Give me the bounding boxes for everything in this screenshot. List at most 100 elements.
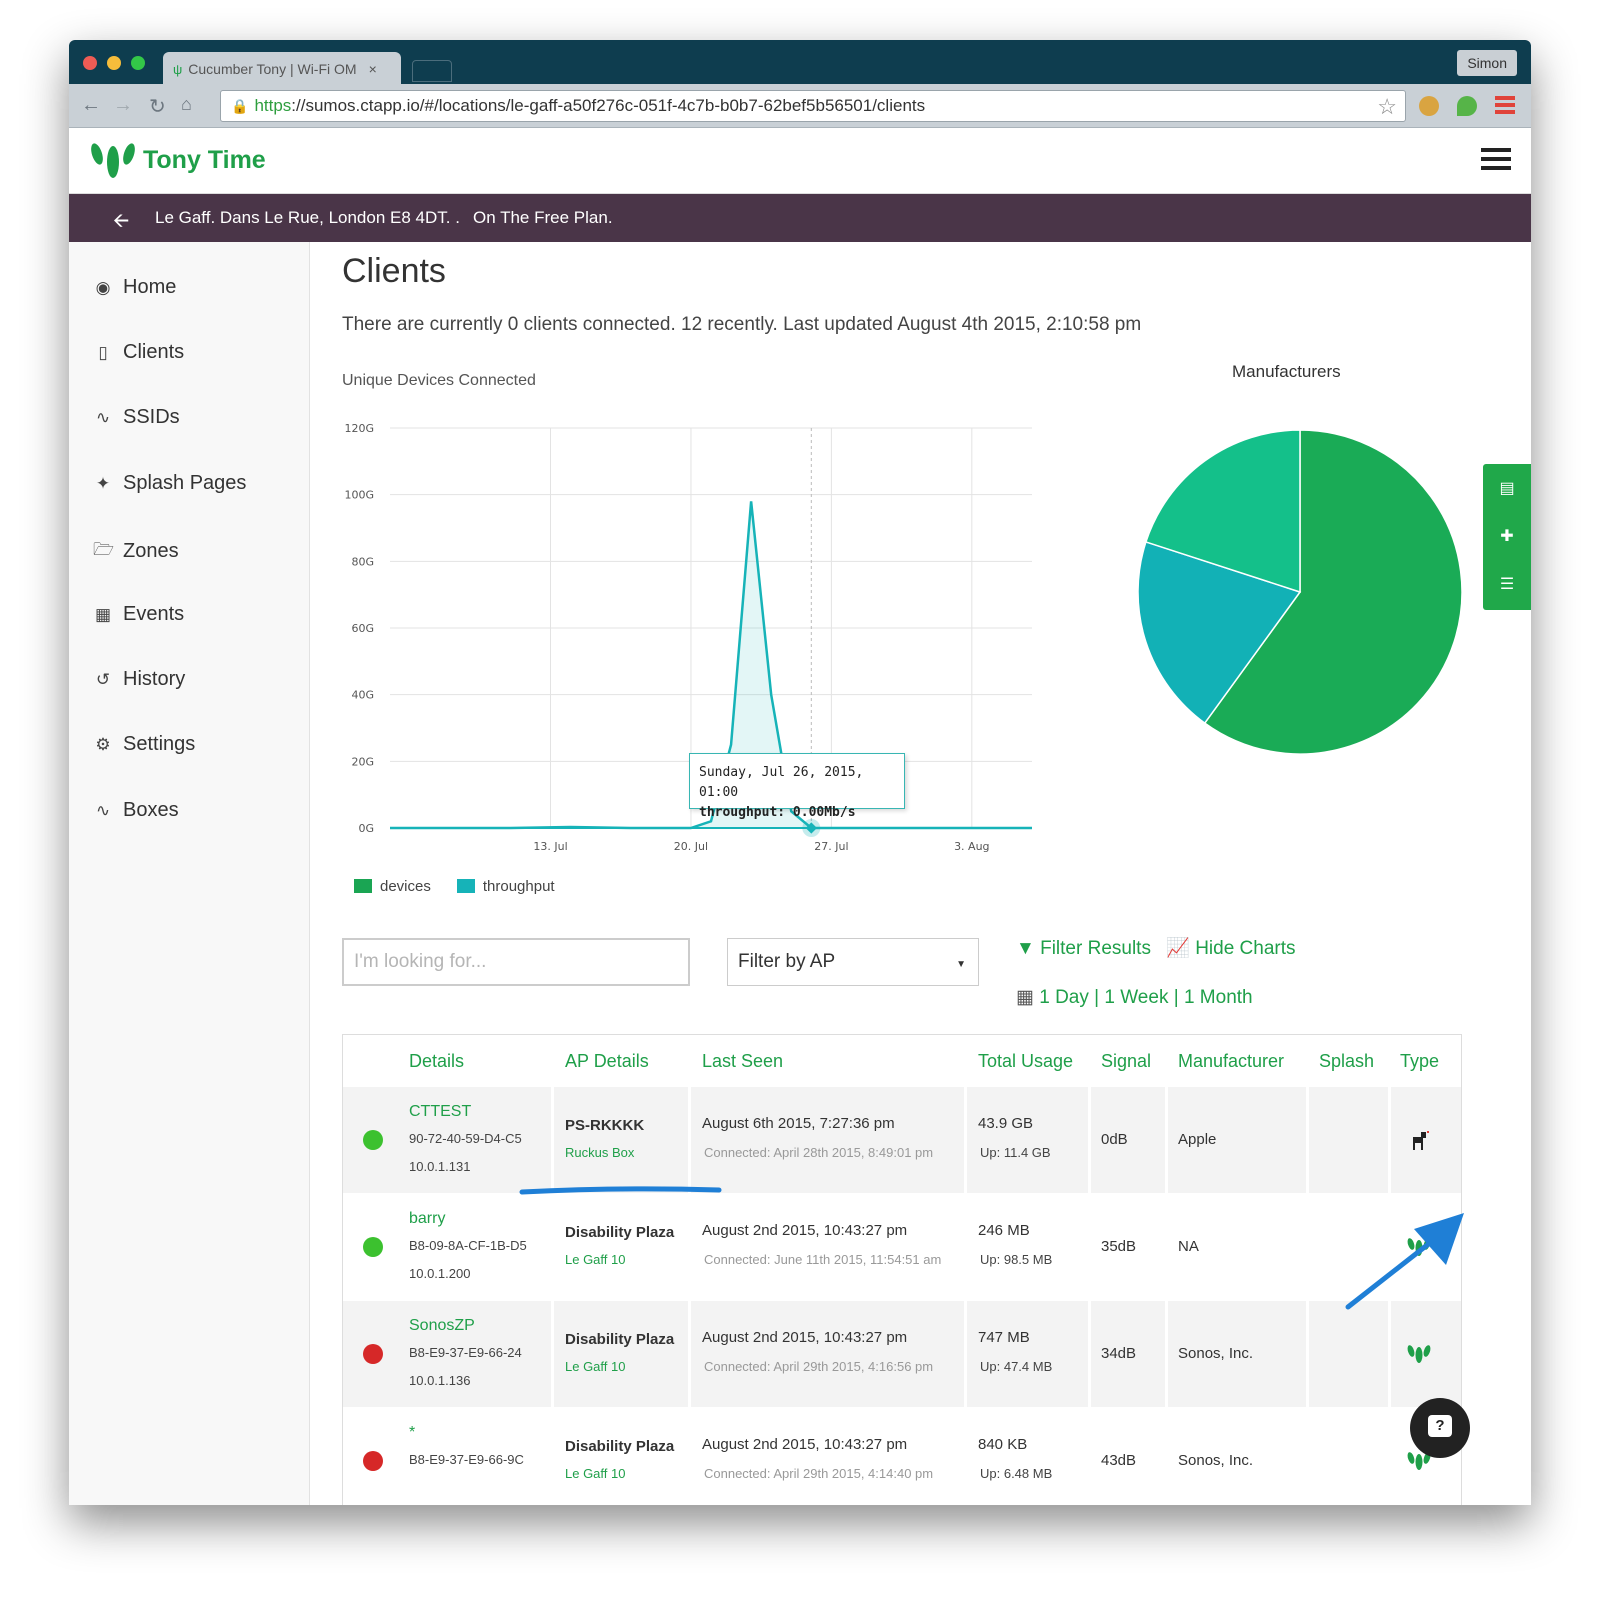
- bookmark-star-icon[interactable]: ☆: [1377, 94, 1397, 120]
- sidebar-item-splash-pages[interactable]: ✦ Splash Pages: [93, 472, 247, 495]
- client-name-link[interactable]: barry: [409, 1210, 445, 1228]
- signal-value: 0dB: [1101, 1131, 1128, 1148]
- sidebar-item-home[interactable]: ◉ Home: [93, 276, 177, 299]
- ap-box-link[interactable]: Le Gaff 10: [565, 1466, 625, 1481]
- cookie-extension-icon[interactable]: [1419, 96, 1439, 116]
- client-name-link[interactable]: *: [409, 1424, 415, 1442]
- hide-charts-link[interactable]: Hide Charts: [1195, 938, 1295, 959]
- ap-box-link[interactable]: Le Gaff 10: [565, 1252, 625, 1267]
- range-1-week-link[interactable]: 1 Week: [1104, 987, 1168, 1008]
- minimize-window-button[interactable]: [107, 56, 121, 70]
- url-text: ://sumos.ctapp.io/#/locations/le-gaff-a5…: [291, 96, 926, 115]
- y-tick-label: 120G: [344, 422, 374, 435]
- sidebar-item-zones[interactable]: 🗁 Zones: [93, 537, 179, 566]
- main-content: Clients There are currently 0 clients co…: [310, 242, 1531, 1505]
- calendar-icon: ▦: [94, 604, 112, 624]
- clients-summary: There are currently 0 clients connected.…: [342, 314, 1142, 335]
- history-icon: ↺: [95, 669, 111, 689]
- cell-divider: [1165, 1194, 1168, 1300]
- column-header-type[interactable]: Type: [1400, 1051, 1439, 1072]
- search-input[interactable]: [342, 938, 690, 986]
- tab-close-icon[interactable]: ×: [369, 61, 377, 77]
- line-chart-icon: 📈: [1166, 938, 1190, 959]
- table-row[interactable]: SonosZP B8-E9-37-E9-66-24 10.0.1.136 Disabi…: [343, 1301, 1461, 1407]
- column-header-manufacturer[interactable]: Manufacturer: [1178, 1051, 1284, 1072]
- cell-divider: [1388, 1408, 1391, 1505]
- range-1-month-link[interactable]: 1 Month: [1184, 987, 1253, 1008]
- notes-icon[interactable]: ☰: [1483, 574, 1531, 608]
- y-tick-label: 0G: [358, 822, 374, 835]
- column-header-signal[interactable]: Signal: [1101, 1051, 1151, 1072]
- connected-since: Connected: April 29th 2015, 4:14:40 pm: [704, 1466, 934, 1481]
- column-header-splash[interactable]: Splash: [1319, 1051, 1374, 1072]
- manufacturers-pie-chart[interactable]: [1130, 422, 1470, 762]
- help-icon: ?: [1428, 1415, 1452, 1437]
- signal-value: 34dB: [1101, 1345, 1137, 1362]
- table-row[interactable]: * B8-E9-37-E9-66-9C Disability Plaza Le Gaf…: [343, 1408, 1461, 1505]
- ap-box-link[interactable]: Le Gaff 10: [565, 1359, 625, 1374]
- profile-button[interactable]: Simon: [1457, 50, 1517, 76]
- cell-divider: [551, 1301, 554, 1407]
- devices-area-chart[interactable]: 0G 20G 40G 60G 80G 100G 120G 13. Jul 20. Jul 27. …: [310, 392, 1050, 862]
- sidebar-item-label: Settings: [123, 733, 196, 755]
- table-row[interactable]: barry B8-09-8A-CF-1B-D5 10.0.1.200 Disabili…: [343, 1194, 1461, 1300]
- forward-arrow-icon[interactable]: →: [113, 94, 133, 117]
- column-header-last-seen[interactable]: Last Seen: [702, 1051, 783, 1072]
- cell-divider: [964, 1301, 967, 1407]
- sidebar-item-ssids[interactable]: ∿ SSIDs: [93, 406, 180, 429]
- column-header-details[interactable]: Details: [409, 1051, 464, 1072]
- column-header-ap-details[interactable]: AP Details: [565, 1051, 649, 1072]
- sidebar-item-history[interactable]: ↺ History: [93, 668, 185, 691]
- client-ip: 10.0.1.136: [409, 1373, 471, 1388]
- client-name-link[interactable]: SonosZP: [409, 1317, 475, 1335]
- legend-swatch-throughput: [456, 879, 475, 893]
- y-tick-label: 20G: [351, 755, 374, 768]
- back-arrow-icon[interactable]: 🡨: [113, 206, 129, 240]
- new-tab-button[interactable]: [412, 60, 452, 82]
- help-chat-button[interactable]: ?: [1410, 1398, 1470, 1458]
- table-row[interactable]: CTTEST 90-72-40-59-D4-C5 10.0.1.131 PS-RKKK…: [343, 1087, 1461, 1193]
- lock-icon: 🔒: [231, 97, 249, 114]
- reload-icon[interactable]: ↻: [149, 94, 166, 119]
- home-icon[interactable]: ⌂: [181, 94, 192, 115]
- sidebar-item-boxes[interactable]: ∿ Boxes: [93, 799, 179, 822]
- sidebar-item-label: Clients: [123, 341, 185, 363]
- sidebar-item-settings[interactable]: ⚙ Settings: [93, 733, 195, 756]
- zoom-window-button[interactable]: [131, 56, 145, 70]
- address-bar[interactable]: 🔒 https://sumos.ctapp.io/#/locations/le-…: [220, 90, 1406, 122]
- status-dot: [363, 1451, 383, 1471]
- back-arrow-icon[interactable]: ←: [81, 94, 101, 117]
- status-dot: [363, 1237, 383, 1257]
- column-header-total-usage[interactable]: Total Usage: [978, 1051, 1073, 1072]
- sidebar-item-events[interactable]: ▦ Events: [93, 603, 184, 626]
- brand-name[interactable]: Tony Time: [143, 146, 266, 175]
- book-icon[interactable]: ▤: [1483, 478, 1531, 512]
- range-1-day-link[interactable]: 1 Day: [1039, 987, 1089, 1008]
- green-extension-icon[interactable]: [1457, 96, 1477, 116]
- close-window-button[interactable]: [83, 56, 97, 70]
- pie-chart-title: Manufacturers: [1232, 362, 1341, 381]
- tab-favicon-icon: ψ: [173, 61, 183, 77]
- connected-since: Connected: April 28th 2015, 8:49:01 pm: [704, 1145, 934, 1160]
- cell-divider: [1088, 1194, 1091, 1300]
- cell-divider: [1306, 1408, 1309, 1505]
- cucumber-logo-icon[interactable]: [89, 140, 137, 186]
- ambulance-icon[interactable]: ✚: [1483, 526, 1531, 560]
- status-dot: [363, 1130, 383, 1150]
- sidebar-item-clients[interactable]: ▯ Clients: [93, 341, 184, 364]
- location-address[interactable]: Le Gaff. Dans Le Rue, London E8 4DT. .: [155, 208, 460, 228]
- last-seen: August 2nd 2015, 10:43:27 pm: [702, 1329, 908, 1346]
- plan-label[interactable]: On The Free Plan.: [473, 208, 613, 228]
- browser-tab-content: ψ Cucumber Tony | Wi-Fi OM ×: [173, 54, 399, 84]
- menu-extension-icon[interactable]: [1495, 96, 1515, 116]
- filter-results-link[interactable]: Filter Results: [1040, 938, 1151, 959]
- hamburger-menu-icon[interactable]: [1481, 148, 1511, 170]
- chart-legend: devices throughput: [354, 878, 555, 895]
- ap-box-link[interactable]: Ruckus Box: [565, 1145, 634, 1160]
- client-name-link[interactable]: CTTEST: [409, 1103, 471, 1121]
- legend-item-devices[interactable]: devices: [354, 878, 431, 895]
- app-header: Tony Time: [69, 128, 1531, 194]
- cell-divider: [1306, 1194, 1309, 1300]
- legend-item-throughput[interactable]: throughput: [456, 878, 555, 895]
- filter-by-ap-select[interactable]: Filter by AP ▼: [727, 938, 979, 986]
